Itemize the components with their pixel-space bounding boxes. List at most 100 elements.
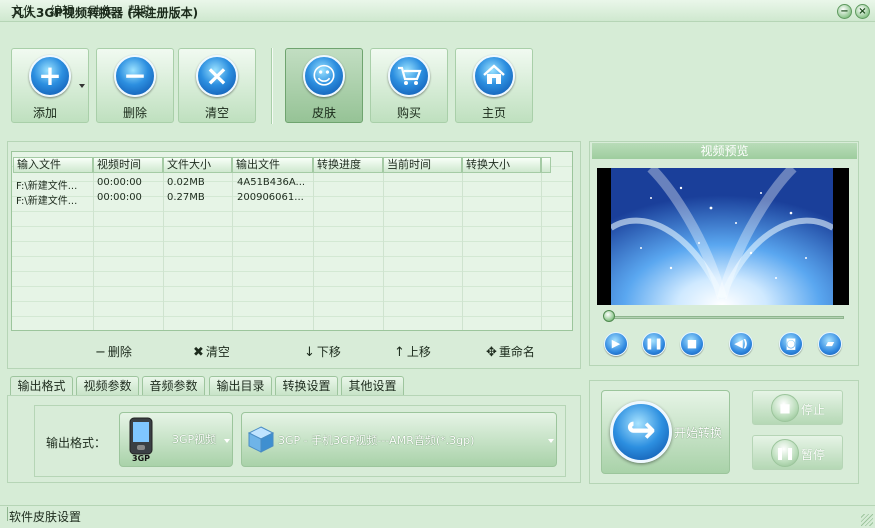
snapshot-button[interactable]: ◙ bbox=[779, 332, 803, 356]
menu-edit[interactable]: 编辑 bbox=[50, 2, 74, 19]
toolbar-divider bbox=[271, 48, 273, 124]
minimize-button[interactable]: − bbox=[837, 4, 852, 19]
stop-button[interactable]: ■ bbox=[680, 332, 704, 356]
camera-icon: ◙ bbox=[785, 337, 797, 350]
menu-file[interactable]: 文件 bbox=[11, 2, 35, 19]
buy-label: 购买 bbox=[396, 106, 421, 120]
arrow-down-icon: ↓ bbox=[304, 345, 315, 360]
arrow-up-icon: ↑ bbox=[394, 345, 405, 360]
buy-button[interactable]: 购买 bbox=[370, 48, 448, 123]
column-divider bbox=[462, 173, 463, 330]
menu-action[interactable]: 动作 bbox=[89, 2, 113, 19]
pause-convert-label: 暂停 bbox=[801, 448, 826, 462]
table-row-1-video-time: 00:00:00 bbox=[97, 177, 142, 188]
column-header-extra bbox=[541, 157, 551, 173]
add-dropdown-arrow-icon[interactable] bbox=[79, 84, 85, 88]
rename-label: 重命名 bbox=[498, 345, 535, 359]
table-row-1-input-file[interactable]: F:\新建文件... bbox=[16, 177, 92, 192]
start-convert-button[interactable]: ↪ 开始转换 bbox=[601, 390, 730, 474]
table-row-2-video-time: 00:00:00 bbox=[97, 192, 142, 203]
column-header-converted-size[interactable]: 转换大小 bbox=[462, 157, 541, 173]
speaker-icon: ◀) bbox=[734, 337, 748, 350]
chevron-down-icon bbox=[224, 439, 230, 443]
move-down-button[interactable]: ↓ 下移 bbox=[304, 343, 341, 360]
column-divider bbox=[383, 173, 384, 330]
stop-convert-button[interactable]: ■ 停止 bbox=[752, 390, 843, 425]
plus-icon: + bbox=[29, 55, 71, 97]
list-delete-label: 删除 bbox=[107, 345, 132, 359]
column-header-input-file[interactable]: 输入文件 bbox=[13, 157, 93, 173]
folder-icon: ▰ bbox=[825, 337, 835, 350]
table-row-2-input-file[interactable]: F:\新建文件... bbox=[16, 192, 92, 207]
column-divider bbox=[163, 173, 164, 330]
pause-convert-button[interactable]: ❚❚ 暂停 bbox=[752, 435, 843, 470]
table-row-1-output-file: 4A51B436A... bbox=[237, 177, 306, 188]
output-format-label: 输出格式： bbox=[46, 436, 107, 450]
column-divider bbox=[232, 173, 233, 330]
stop-icon: ■ bbox=[686, 337, 698, 350]
x-icon: × bbox=[196, 55, 238, 97]
minus-icon: − bbox=[114, 55, 156, 97]
cart-icon bbox=[388, 55, 430, 97]
skin-label: 皮肤 bbox=[311, 106, 336, 120]
chevron-down-icon bbox=[548, 439, 554, 443]
column-divider bbox=[313, 173, 314, 330]
tab-convert-settings[interactable]: 转换设置 bbox=[275, 376, 338, 396]
column-divider bbox=[541, 173, 542, 330]
menu-help[interactable]: 帮助 bbox=[128, 2, 152, 19]
tab-audio-params[interactable]: 音频参数 bbox=[142, 376, 205, 396]
minus-icon: − bbox=[95, 345, 106, 360]
rename-button[interactable]: ✥ 重命名 bbox=[486, 343, 535, 360]
profile-select[interactable]: 3GP - 手机3GP视频---AMR音频(*.3gp) bbox=[241, 412, 557, 467]
tab-other-settings[interactable]: 其他设置 bbox=[341, 376, 404, 396]
format-value: 3GP视频 bbox=[172, 433, 217, 446]
column-header-file-size[interactable]: 文件大小 bbox=[163, 157, 232, 173]
home-button[interactable]: 主页 bbox=[455, 48, 533, 123]
seek-slider-handle[interactable] bbox=[603, 310, 615, 322]
x-icon: ✖ bbox=[193, 345, 204, 360]
tab-output-dir[interactable]: 输出目录 bbox=[209, 376, 272, 396]
menu-bar bbox=[0, 21, 875, 41]
house-icon bbox=[473, 55, 515, 97]
start-convert-label: 开始转换 bbox=[674, 426, 723, 440]
table-row-2-output-file: 200906061... bbox=[237, 192, 304, 203]
add-label: 添加 bbox=[32, 106, 57, 120]
delete-button[interactable]: − 删除 bbox=[96, 48, 174, 123]
tab-video-params[interactable]: 视频参数 bbox=[76, 376, 139, 396]
pause-button[interactable]: ❚❚ bbox=[642, 332, 666, 356]
resize-grip-icon[interactable] bbox=[861, 514, 873, 526]
play-button[interactable]: ▶ bbox=[604, 332, 628, 356]
smiley-icon: ☺ bbox=[303, 55, 345, 97]
list-delete-button[interactable]: − 删除 bbox=[95, 343, 132, 360]
tab-output-format[interactable]: 输出格式 bbox=[10, 376, 73, 396]
clear-label: 清空 bbox=[204, 106, 229, 120]
rename-icon: ✥ bbox=[486, 345, 497, 360]
convert-arrow-icon: ↪ bbox=[610, 401, 672, 463]
move-down-label: 下移 bbox=[316, 345, 341, 359]
volume-button[interactable]: ◀) bbox=[729, 332, 753, 356]
list-clear-button[interactable]: ✖ 清空 bbox=[193, 343, 230, 360]
status-divider bbox=[7, 507, 8, 521]
list-clear-label: 清空 bbox=[205, 345, 230, 359]
pause-icon: ❚❚ bbox=[771, 439, 799, 467]
home-label: 主页 bbox=[481, 106, 506, 120]
preview-title: 视频预览 bbox=[592, 143, 857, 159]
play-icon: ▶ bbox=[611, 337, 621, 350]
clear-button[interactable]: × 清空 bbox=[178, 48, 256, 123]
format-select[interactable]: 3GP 3GP视频 bbox=[119, 412, 233, 467]
move-up-button[interactable]: ↑ 上移 bbox=[394, 343, 431, 360]
column-header-progress[interactable]: 转换进度 bbox=[313, 157, 383, 173]
column-header-video-time[interactable]: 视频时间 bbox=[93, 157, 163, 173]
phone-icon: 3GP bbox=[126, 416, 156, 464]
close-button[interactable]: × bbox=[855, 4, 870, 19]
seek-track[interactable] bbox=[609, 316, 844, 319]
open-folder-button[interactable]: ▰ bbox=[818, 332, 842, 356]
cube-icon bbox=[246, 424, 276, 454]
format-icon-badge: 3GP bbox=[132, 454, 150, 463]
column-header-output-file[interactable]: 输出文件 bbox=[232, 157, 313, 173]
video-preview[interactable] bbox=[597, 168, 849, 305]
column-header-current-time[interactable]: 当前时间 bbox=[383, 157, 462, 173]
skin-button[interactable]: ☺ 皮肤 bbox=[285, 48, 363, 123]
add-button[interactable]: + 添加 bbox=[11, 48, 89, 123]
stop-icon: ■ bbox=[771, 394, 799, 422]
